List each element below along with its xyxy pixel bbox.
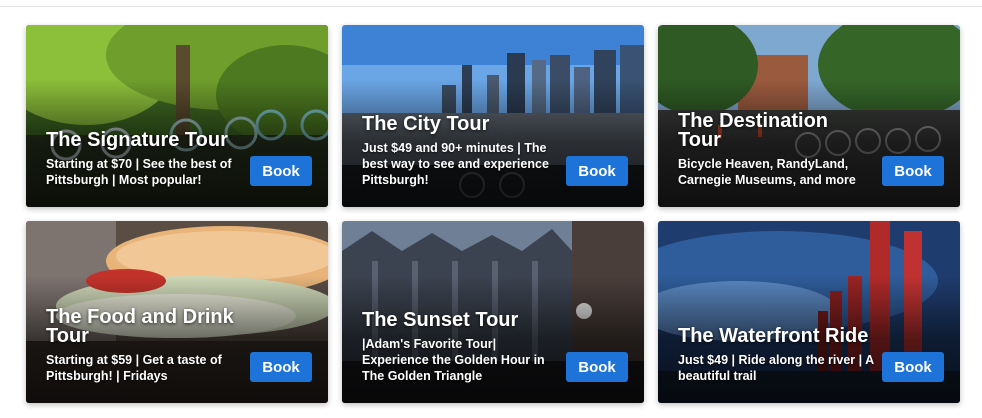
tour-card-destination[interactable]: The Destination Tour Bicycle Heaven, Ran… [658,25,960,207]
tour-title: The Destination Tour [678,110,829,151]
tour-description: Starting at $59 | Get a taste of Pittsbu… [46,353,222,383]
tour-card-city[interactable]: The City Tour Just $49 and 90+ minutes |… [342,25,644,207]
book-button[interactable]: Book [882,156,944,186]
tour-title: The Signature Tour [46,129,228,151]
tour-title: The Food and Drink Tour [46,306,234,347]
tour-description: Starting at $70 | See the best of Pittsb… [46,157,232,187]
tour-description: Bicycle Heaven, RandyLand, Carnegie Muse… [678,157,856,187]
book-button[interactable]: Book [250,352,312,382]
book-button[interactable]: Book [882,352,944,382]
book-button[interactable]: Book [250,156,312,186]
tour-card-waterfront[interactable]: The Waterfront Ride Just $49 | Ride alon… [658,221,960,403]
tour-title: The Waterfront Ride [678,325,869,347]
tour-description: |Adam's Favorite Tour| Experience the Go… [362,337,545,383]
tour-card-food-and-drink[interactable]: The Food and Drink Tour Starting at $59 … [26,221,328,403]
tour-title: The City Tour [362,113,490,135]
tour-title: The Sunset Tour [362,309,519,331]
tour-description: Just $49 and 90+ minutes | The best way … [362,141,549,187]
book-button[interactable]: Book [566,352,628,382]
tour-grid: The Signature Tour Starting at $70 | See… [26,25,960,403]
top-divider [0,6,982,7]
tour-card-signature[interactable]: The Signature Tour Starting at $70 | See… [26,25,328,207]
tour-description: Just $49 | Ride along the river | A beau… [678,353,874,383]
book-button[interactable]: Book [566,156,628,186]
tour-card-sunset[interactable]: The Sunset Tour |Adam's Favorite Tour| E… [342,221,644,403]
